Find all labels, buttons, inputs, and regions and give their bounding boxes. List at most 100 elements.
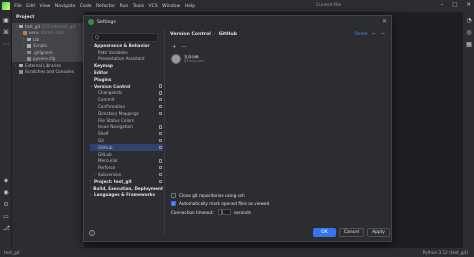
splitter[interactable]	[164, 28, 165, 236]
settings-item-gitlab[interactable]: GitLab	[90, 151, 163, 158]
ok-button[interactable]: OK	[313, 228, 336, 237]
clone-ssh-option[interactable]: Clone git repositories using ssh	[171, 191, 269, 200]
notifications-icon[interactable]: ◔	[466, 18, 472, 24]
menu-vcs[interactable]: VCS	[146, 4, 160, 9]
menu-window[interactable]: Window	[160, 4, 183, 9]
left-tool-strip: ▣ ⌘ ⋯ ◈ ◉ ⊙ ▭ ⎇	[0, 12, 12, 248]
breadcrumb-github: GitHub	[218, 32, 238, 37]
problems-icon[interactable]: ⊙	[3, 202, 9, 208]
breadcrumb-version-control[interactable]: Version Control	[170, 32, 211, 37]
run-config-selector[interactable]: Current File	[316, 3, 341, 8]
project-scope-icon	[158, 111, 162, 115]
project-folder-icon[interactable]: ▣	[3, 18, 9, 24]
status-interpreter[interactable]: Python 3.12 (test_git)	[423, 250, 468, 255]
account-row[interactable]: 五月の雨 github.com	[171, 54, 205, 64]
settings-item-keymap[interactable]: Keymap	[90, 62, 163, 69]
python-packages-icon[interactable]: ◈	[3, 178, 9, 184]
settings-item-subversion[interactable]: › Subversion	[90, 171, 163, 178]
menu-bar: File Edit View Navigate Code Refactor Ru…	[0, 0, 474, 12]
settings-item-shelf[interactable]: Shelf	[90, 130, 163, 137]
settings-search-input[interactable]: Q	[92, 33, 158, 42]
project-scope-icon	[158, 165, 162, 170]
settings-dialog: Settings ✕ Q › Appearance & Behavior Path…	[83, 15, 392, 242]
menu-file[interactable]: File	[12, 4, 24, 9]
reset-link[interactable]: Reset	[355, 32, 368, 37]
settings-item-editor[interactable]: › Editor	[90, 69, 163, 76]
menu-tools[interactable]: Tools	[131, 4, 147, 9]
more-icon[interactable]: ⋯	[3, 42, 9, 48]
menu-navigate[interactable]: Navigate	[53, 4, 78, 9]
folder-icon	[27, 44, 31, 48]
project-scope-icon	[158, 131, 162, 136]
venv-folder-icon	[23, 31, 27, 35]
project-scope-icon	[158, 179, 162, 183]
structure-icon[interactable]: ⌘	[3, 30, 9, 36]
close-window-icon[interactable]: ✕	[466, 2, 471, 8]
ide-window: File Edit View Navigate Code Refactor Ru…	[0, 0, 474, 257]
settings-item-directory-mappings[interactable]: Directory Mappings	[90, 110, 163, 117]
minimize-icon[interactable]: –	[440, 2, 443, 8]
menu-help[interactable]: Help	[182, 4, 197, 9]
git-icon[interactable]: ⎇	[3, 226, 10, 232]
timeout-input[interactable]: 5	[217, 209, 231, 216]
project-pane-title[interactable]: Project	[12, 12, 84, 23]
back-arrow-icon[interactable]: ←	[372, 32, 376, 37]
project-scope-icon	[158, 172, 162, 177]
close-icon[interactable]: ✕	[382, 18, 387, 25]
clone-ssh-checkbox[interactable]	[171, 192, 176, 198]
project-scope-icon	[158, 91, 162, 95]
settings-item-git[interactable]: Git	[90, 137, 163, 144]
mark-viewed-checkbox[interactable]: ✓	[171, 201, 176, 207]
project-scope-icon	[158, 145, 162, 149]
database-icon[interactable]: ◎	[466, 30, 472, 36]
project-scope-icon	[158, 159, 162, 163]
settings-item-project[interactable]: › Project: test_git	[90, 178, 163, 185]
add-account-icon[interactable]: +	[172, 44, 177, 50]
github-options: Clone git repositories using ssh ✓ Autom…	[171, 191, 269, 217]
folder-icon	[19, 24, 23, 28]
settings-item-presentation-assistant[interactable]: Presentation Assistant	[90, 56, 163, 63]
settings-item-languages[interactable]: › Languages & Frameworks	[90, 192, 163, 199]
forward-arrow-icon[interactable]: →	[381, 32, 385, 37]
tree-row[interactable]: Scratches and Consoles	[12, 69, 84, 76]
settings-item-file-status-colors[interactable]: File Status Colors	[90, 117, 163, 124]
settings-tree: › Appearance & Behavior Path Variables Pr…	[90, 42, 163, 232]
sciview-icon[interactable]: ▦	[466, 42, 472, 48]
settings-item-appearance[interactable]: › Appearance & Behavior	[90, 42, 163, 49]
settings-item-perforce[interactable]: Perforce	[90, 164, 163, 171]
menu-edit[interactable]: Edit	[24, 4, 37, 9]
project-scope-icon	[158, 138, 162, 143]
avatar	[171, 54, 181, 64]
connection-timeout-row: Connection timeout: 5 seconds	[171, 208, 269, 217]
settings-item-version-control[interactable]: ⌄ Version Control	[90, 83, 163, 90]
menu-refactor[interactable]: Refactor	[94, 4, 118, 9]
settings-item-build[interactable]: › Build, Execution, Deployment	[90, 185, 163, 192]
settings-item-path-variables[interactable]: Path Variables	[90, 49, 163, 56]
apply-button[interactable]: Apply	[367, 228, 390, 237]
settings-item-confirmation[interactable]: Confirmation	[90, 103, 163, 110]
help-icon[interactable]: ?	[89, 230, 95, 236]
library-icon	[19, 63, 23, 67]
settings-item-commit[interactable]: Commit	[90, 96, 163, 103]
settings-item-github[interactable]: GitHub	[90, 143, 163, 151]
remove-account-icon[interactable]: −	[182, 44, 187, 50]
pycharm-logo-icon	[2, 2, 10, 10]
settings-item-plugins[interactable]: Plugins	[90, 76, 163, 83]
settings-item-issue-navigation[interactable]: Issue Navigation	[90, 124, 163, 131]
breadcrumb-separator-icon: ›	[213, 32, 216, 37]
dialog-title: Settings	[97, 19, 116, 25]
terminal-icon[interactable]: ▭	[3, 214, 9, 220]
project-scope-icon	[158, 97, 162, 102]
status-project[interactable]: test_git	[4, 250, 20, 255]
settings-item-changelists[interactable]: Changelists	[90, 90, 163, 97]
menu-code[interactable]: Code	[78, 4, 94, 9]
menu-run[interactable]: Run	[117, 4, 130, 9]
cancel-button[interactable]: Cancel	[339, 228, 364, 237]
menu-view[interactable]: View	[37, 4, 52, 9]
project-scope-icon	[158, 125, 162, 129]
maximize-icon[interactable]: □	[452, 2, 457, 8]
python-console-icon[interactable]: ◉	[3, 190, 9, 196]
settings-item-mercurial[interactable]: Mercurial	[90, 158, 163, 165]
mark-viewed-option[interactable]: ✓ Automatically mark opened files as vie…	[171, 200, 269, 209]
search-icon: Q	[95, 34, 99, 41]
